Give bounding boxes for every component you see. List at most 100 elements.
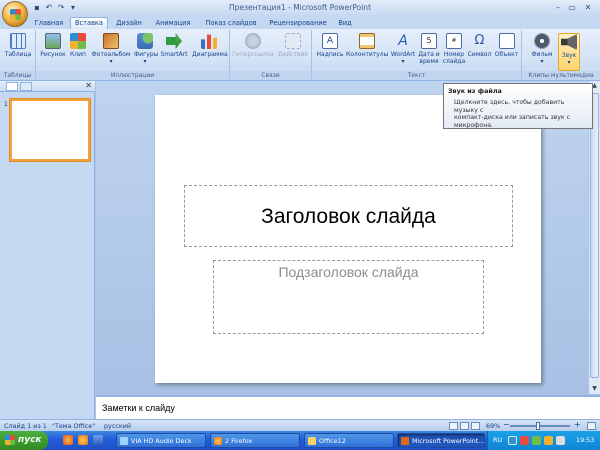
status-bar: Слайд 1 из 1 "Тема Office" русский 69% −…	[0, 419, 600, 431]
header-footer-icon	[359, 33, 375, 49]
office-logo-icon	[10, 9, 21, 20]
notes-pane[interactable]: Заметки к слайду	[96, 395, 600, 419]
dropdown-arrow-icon: ▾	[401, 58, 405, 65]
symbol-button[interactable]: Ω Символ	[467, 33, 492, 58]
tooltip-title: Звук из файла	[448, 87, 502, 95]
dropdown-arrow-icon: ▾	[109, 58, 113, 65]
group-label-links: Связи	[230, 71, 311, 80]
volume-icon[interactable]	[556, 436, 565, 445]
object-icon	[498, 33, 515, 49]
firefox-quicklaunch-icon[interactable]	[78, 435, 88, 445]
task-firefox[interactable]: 2 Firefox	[210, 433, 300, 448]
zoom-out-icon[interactable]: −	[503, 420, 510, 429]
action-icon	[285, 33, 301, 49]
header-footer-button[interactable]: Колонтитулы	[346, 33, 388, 58]
tab-design[interactable]: Дизайн	[112, 18, 146, 29]
zoom-slider-knob[interactable]	[536, 422, 540, 430]
show-desktop-icon[interactable]	[93, 435, 103, 445]
slides-pane-tabs: ✕	[0, 81, 95, 92]
subtitle-placeholder-text: Подзаголовок слайда	[278, 264, 419, 280]
object-button[interactable]: Объект	[493, 33, 520, 58]
audio-deck-icon	[120, 437, 128, 445]
minimize-button[interactable]: –	[552, 2, 564, 13]
pane-close-icon[interactable]: ✕	[85, 81, 92, 90]
dropdown-arrow-icon: ▾	[143, 58, 147, 65]
smartart-icon	[166, 33, 182, 49]
slide-number-icon: #	[446, 33, 462, 49]
textbox-icon: A	[322, 33, 338, 49]
tooltip-body-line-2: компакт-диска или записать звук с	[454, 114, 571, 121]
group-illustrations: Рисунок Клип Фотоальбом ▾ Фигуры ▾ SmartAr…	[36, 30, 230, 80]
group-label-illustrations: Иллюстрации	[36, 71, 229, 80]
tooltip-body-line-3: микрофона.	[454, 121, 494, 129]
hyperlink-icon	[245, 33, 261, 49]
chart-button[interactable]: Диаграмма	[192, 33, 228, 58]
slides-pane: ✕ 1	[0, 81, 95, 419]
ribbon: Таблица Таблицы Рисунок Клип Фотоальбом ▾…	[0, 29, 600, 81]
slideshow-view-icon[interactable]	[471, 422, 480, 430]
group-links: Гиперссылка Действие Связи	[230, 30, 312, 80]
subtitle-placeholder[interactable]: Подзаголовок слайда	[213, 260, 484, 334]
task-powerpoint[interactable]: Microsoft PowerPoint...	[397, 433, 485, 448]
zoom-in-icon[interactable]: +	[574, 420, 581, 429]
zoom-level[interactable]: 69%	[486, 422, 500, 430]
wordart-button[interactable]: A WordArt ▾	[389, 33, 417, 65]
task-via-hd-audio[interactable]: VIA HD Audio Deck	[116, 433, 206, 448]
task-office12-folder[interactable]: Office12	[304, 433, 394, 448]
clipart-icon	[70, 33, 86, 49]
title-bar: ▪ ↶ ↷ ▾ Презентация1 - Microsoft PowerPo…	[0, 0, 600, 27]
scrollbar-thumb[interactable]	[590, 93, 599, 378]
ribbon-tabs: Главная Вставка Дизайн Анимация Показ сл…	[0, 16, 600, 30]
fit-to-window-icon[interactable]	[587, 422, 596, 430]
tooltip-body-line-1: Щелкните здесь, чтобы добавить музыку с	[454, 99, 565, 114]
movie-button[interactable]: Фильм ▾	[528, 33, 556, 65]
tab-view[interactable]: Вид	[334, 18, 356, 29]
tab-home[interactable]: Главная	[30, 18, 68, 29]
table-button[interactable]: Таблица	[3, 33, 33, 58]
table-icon	[10, 33, 26, 49]
maximize-button[interactable]: ▭	[566, 2, 578, 13]
powerpoint-icon	[401, 437, 409, 445]
tab-slideshow[interactable]: Показ слайдов	[202, 18, 260, 29]
group-label-text: Текст	[312, 71, 521, 80]
clock[interactable]: 19:53	[576, 436, 594, 444]
dropdown-arrow-icon: ▾	[567, 59, 571, 66]
picture-button[interactable]: Рисунок	[40, 33, 66, 58]
wordart-icon: A	[398, 33, 408, 49]
tray-app-icon[interactable]	[544, 436, 553, 445]
language-indicator[interactable]: RU	[493, 436, 502, 444]
close-button[interactable]: ✕	[582, 2, 594, 13]
opera-icon[interactable]	[63, 435, 73, 445]
slide-number-button[interactable]: # Номер слайда	[442, 33, 466, 65]
title-placeholder[interactable]: Заголовок слайда	[184, 185, 513, 247]
slide-canvas[interactable]: Заголовок слайда Подзаголовок слайда	[155, 95, 541, 383]
photo-album-button[interactable]: Фотоальбом ▾	[91, 33, 131, 65]
normal-view-icon[interactable]	[449, 422, 458, 430]
textbox-button[interactable]: A Надпись	[315, 33, 345, 58]
taskbar: пуск VIA HD Audio Deck 2 Firefox Office1…	[0, 431, 600, 450]
slide-sorter-icon[interactable]	[460, 422, 469, 430]
start-button[interactable]: пуск	[0, 431, 48, 450]
action-button[interactable]: Действие	[276, 33, 310, 58]
firefox-icon	[214, 437, 222, 445]
hyperlink-button[interactable]: Гиперссылка	[232, 33, 274, 58]
slide-thumbnail[interactable]	[10, 99, 90, 161]
office-button[interactable]	[2, 1, 28, 27]
zoom-slider[interactable]	[510, 425, 570, 427]
shapes-button[interactable]: Фигуры ▾	[134, 33, 158, 65]
scroll-down-icon[interactable]: ▼	[589, 384, 600, 394]
windows-logo-icon	[5, 435, 15, 445]
slides-tab-icon[interactable]	[6, 82, 18, 91]
network-icon[interactable]	[508, 436, 517, 445]
antivirus-icon[interactable]	[520, 436, 529, 445]
tray-app-icon[interactable]	[532, 436, 541, 445]
tab-animation[interactable]: Анимация	[151, 18, 195, 29]
window-title: Презентация1 - Microsoft PowerPoint	[228, 3, 372, 12]
date-time-button[interactable]: 5 Дата и время	[418, 33, 440, 65]
smartart-button[interactable]: SmartArt	[159, 33, 189, 58]
tab-review[interactable]: Рецензирование	[265, 18, 331, 29]
outline-tab-icon[interactable]	[20, 82, 32, 91]
language-status[interactable]: русский	[104, 422, 131, 430]
clip-button[interactable]: Клип	[68, 33, 88, 58]
sound-button[interactable]: Звук ▾	[558, 33, 580, 71]
